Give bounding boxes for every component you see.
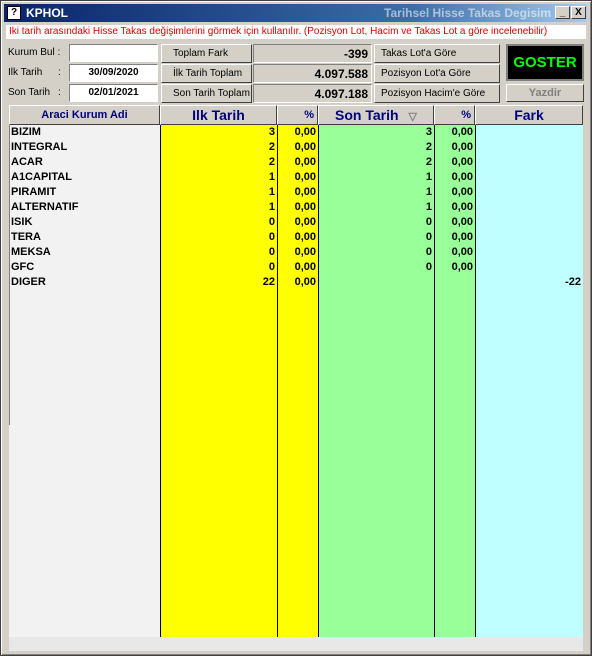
son-tarih-colon: : bbox=[58, 87, 61, 98]
header-son-pct[interactable]: % bbox=[434, 105, 475, 125]
cell-pct2: 0,00 bbox=[451, 201, 473, 213]
toplam-fark-value: -399 bbox=[253, 44, 372, 63]
cell-ilk: 22 bbox=[262, 276, 275, 288]
left-border bbox=[9, 125, 10, 425]
cell-pct2: 0,00 bbox=[451, 246, 473, 258]
cell-ilk: 1 bbox=[268, 201, 275, 213]
cell-name: BIZIM bbox=[11, 126, 41, 138]
son-tarih-toplam-label: Son Tarih Toplam bbox=[161, 84, 252, 103]
title-bar[interactable]: ? KPHOL Tarihsel Hisse Takas Degisim _ X bbox=[4, 4, 587, 22]
fark-column bbox=[475, 105, 583, 637]
cell-pct1: 0,00 bbox=[294, 186, 316, 198]
kurum-bul-label: Kurum Bul : bbox=[8, 47, 61, 58]
window-subtitle: Tarihsel Hisse Takas Degisim bbox=[384, 6, 551, 20]
cell-ilk: 0 bbox=[268, 246, 275, 258]
cell-ilk: 1 bbox=[268, 171, 275, 183]
takas-table: Araci Kurum Adi Ilk Tarih % Son Tarih ▽ … bbox=[9, 105, 583, 637]
ilk-tarih-toplam-label: İlk Tarih Toplam bbox=[161, 64, 252, 83]
cell-son: 3 bbox=[425, 126, 432, 138]
kurum-bul-input[interactable] bbox=[69, 44, 158, 62]
cell-ilk: 3 bbox=[268, 126, 275, 138]
cell-son: 1 bbox=[425, 201, 432, 213]
cell-pct2: 0,00 bbox=[451, 231, 473, 243]
son-tarih-input[interactable]: 02/01/2021 bbox=[69, 84, 158, 102]
cell-name: PIRAMIT bbox=[11, 186, 57, 198]
cell-pct1: 0,00 bbox=[294, 201, 316, 213]
cell-name: ALTERNATIF bbox=[11, 201, 79, 213]
cell-son: 0 bbox=[425, 246, 432, 258]
cell-ilk: 2 bbox=[268, 141, 275, 153]
cell-ilk: 0 bbox=[268, 216, 275, 228]
cell-name: GFC bbox=[11, 261, 35, 273]
cell-pct2: 0,00 bbox=[451, 156, 473, 168]
header-ilk-pct[interactable]: % bbox=[277, 105, 318, 125]
cell-name: TERA bbox=[11, 231, 41, 243]
cell-pct1: 0,00 bbox=[294, 216, 316, 228]
cell-pct2: 0,00 bbox=[451, 126, 473, 138]
kphol-window: ? KPHOL Tarihsel Hisse Takas Degisim _ X… bbox=[0, 0, 592, 656]
cell-pct1: 0,00 bbox=[294, 276, 316, 288]
window-title: KPHOL bbox=[26, 6, 68, 20]
header-son-tarih[interactable]: Son Tarih ▽ bbox=[318, 105, 434, 125]
cell-name: INTEGRAL bbox=[11, 141, 68, 153]
cell-son: 1 bbox=[425, 171, 432, 183]
cell-pct1: 0,00 bbox=[294, 156, 316, 168]
sort-descending-icon: ▽ bbox=[408, 111, 417, 123]
cell-son: 2 bbox=[425, 141, 432, 153]
takas-lot-button[interactable]: Takas Lot'a Göre bbox=[374, 44, 500, 63]
cell-son: 0 bbox=[425, 216, 432, 228]
cell-ilk: 2 bbox=[268, 156, 275, 168]
cell-pct2: 0,00 bbox=[451, 171, 473, 183]
cell-pct2: 0,00 bbox=[451, 216, 473, 228]
header-ilk-tarih[interactable]: Ilk Tarih bbox=[160, 105, 277, 125]
goster-button[interactable]: GOSTER bbox=[506, 44, 584, 81]
ilk-tarih-colon: : bbox=[58, 67, 61, 78]
ilk-tarih-input[interactable]: 30/09/2020 bbox=[69, 64, 158, 82]
cell-pct1: 0,00 bbox=[294, 141, 316, 153]
cell-name: ACAR bbox=[11, 156, 43, 168]
close-button[interactable]: X bbox=[571, 6, 586, 19]
cell-name: MEKSA bbox=[11, 246, 51, 258]
cell-pct1: 0,00 bbox=[294, 126, 316, 138]
minimize-button[interactable]: _ bbox=[555, 6, 570, 19]
usage-hint: Iki tarih arasındaki Hisse Takas değişim… bbox=[6, 25, 586, 39]
cell-ilk: 0 bbox=[268, 261, 275, 273]
ilk-tarih-label: Ilk Tarih bbox=[8, 67, 43, 78]
cell-pct1: 0,00 bbox=[294, 261, 316, 273]
cell-pct2: 0,00 bbox=[451, 186, 473, 198]
son-tarih-label: Son Tarih bbox=[8, 87, 51, 98]
header-son-tarih-label: Son Tarih bbox=[335, 107, 399, 123]
cell-ilk: 0 bbox=[268, 231, 275, 243]
cell-name: ISIK bbox=[11, 216, 33, 228]
header-fark[interactable]: Fark bbox=[475, 105, 583, 125]
yazdir-button[interactable]: Yazdir bbox=[506, 84, 584, 102]
pozisyon-lot-button[interactable]: Pozisyon Lot'a Göre bbox=[374, 64, 500, 83]
cell-fark: -22 bbox=[565, 276, 581, 288]
cell-son: 0 bbox=[425, 261, 432, 273]
cell-pct2: 0,00 bbox=[451, 141, 473, 153]
column-divider bbox=[475, 125, 476, 637]
cell-ilk: 1 bbox=[268, 186, 275, 198]
son-tarih-toplam-value: 4.097.188 bbox=[253, 84, 372, 103]
cell-name: A1CAPITAL bbox=[11, 171, 72, 183]
cell-son: 1 bbox=[425, 186, 432, 198]
cell-name: DIGER bbox=[11, 276, 46, 288]
cell-son: 2 bbox=[425, 156, 432, 168]
pozisyon-hacim-button[interactable]: Pozisyon Hacim'e Göre bbox=[374, 84, 500, 103]
header-kurum[interactable]: Araci Kurum Adi bbox=[9, 105, 160, 125]
cell-son: 0 bbox=[425, 231, 432, 243]
toplam-fark-label: Toplam Fark bbox=[161, 44, 252, 63]
system-menu-icon[interactable]: ? bbox=[7, 6, 21, 20]
cell-pct1: 0,00 bbox=[294, 246, 316, 258]
cell-pct2: 0,00 bbox=[451, 261, 473, 273]
horizontal-scrollbar[interactable] bbox=[9, 637, 583, 651]
cell-pct1: 0,00 bbox=[294, 171, 316, 183]
cell-pct1: 0,00 bbox=[294, 231, 316, 243]
ilk-tarih-toplam-value: 4.097.588 bbox=[253, 64, 372, 83]
